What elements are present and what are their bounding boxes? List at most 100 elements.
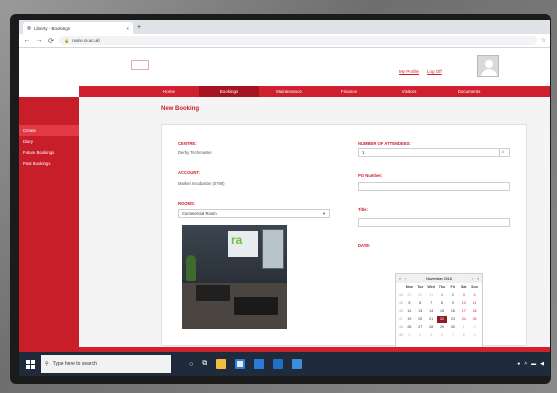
rooms-select-value: Commercial Room	[182, 211, 217, 216]
calendar-day-of-week: Sat	[460, 285, 467, 289]
calendar-day[interactable]: 2	[447, 292, 458, 299]
network-icon[interactable]: ▬	[531, 361, 536, 367]
calendar-day[interactable]: 9	[447, 300, 458, 307]
search-icon: ⚲	[45, 361, 49, 367]
calendar-day[interactable]: 15	[437, 308, 448, 315]
system-tray: ● ˄ ▬ ◀	[517, 361, 544, 367]
chrome-icon[interactable]	[235, 359, 246, 369]
calendar-day[interactable]: 7	[447, 332, 458, 339]
previous-year-icon[interactable]: «	[399, 277, 401, 281]
previous-month-icon[interactable]: ‹	[405, 277, 406, 281]
calendar-day[interactable]: 29	[437, 324, 448, 331]
calendar-day-of-week: Thu	[438, 285, 446, 289]
calendar-day[interactable]: 10	[458, 300, 469, 307]
calendar-day[interactable]: 25	[469, 316, 480, 323]
calendar-day[interactable]: 4	[469, 292, 480, 299]
tray-chevron-icon[interactable]: ˄	[524, 361, 527, 367]
volume-icon[interactable]: ◀	[540, 361, 544, 367]
calendar-day[interactable]: 17	[458, 308, 469, 315]
calendar-day[interactable]: 28	[426, 324, 437, 331]
calendar-day[interactable]: 23	[447, 316, 458, 323]
taskbar-apps: ○ ⧉	[189, 359, 303, 369]
menu-item-maintenance[interactable]: Maintenance	[259, 86, 319, 97]
next-year-icon[interactable]: »	[477, 277, 479, 281]
page-layer: Home Bookings Maintenance Finance Visito…	[19, 20, 550, 376]
task-view-icon[interactable]: ⧉	[202, 360, 207, 368]
rooms-select[interactable]: Commercial Room ▼	[178, 209, 330, 218]
calendar-day[interactable]: 6	[437, 332, 448, 339]
calendar-day[interactable]: 7	[426, 300, 437, 307]
sidebar-item-past-bookings[interactable]: Past Bookings	[19, 158, 79, 169]
calendar-day[interactable]: 22	[436, 316, 448, 323]
calendar-day[interactable]: 1	[458, 324, 469, 331]
main-content: New Booking CENTRE: Derby Techmaster ACC…	[79, 97, 550, 357]
calendar-day[interactable]: 21	[426, 316, 437, 323]
calendar-day[interactable]: 14	[426, 308, 437, 315]
calendar-day[interactable]: 27	[415, 324, 426, 331]
calendar-day-of-week: Sun	[471, 285, 478, 289]
account-label: ACCOUNT:	[178, 170, 200, 175]
menu-item-visitors[interactable]: Visitors	[379, 86, 439, 97]
calendar-day-of-week: Fri	[450, 285, 456, 289]
sidebar-item-create[interactable]: Create	[19, 125, 79, 136]
calendar-day[interactable]: 30	[447, 324, 458, 331]
next-month-icon[interactable]: ›	[472, 277, 473, 281]
po-number-input[interactable]	[358, 182, 510, 191]
calendar-day[interactable]: 13	[415, 308, 426, 315]
calendar-day-of-week: Wed	[427, 285, 435, 289]
windows-start-button[interactable]	[19, 352, 41, 376]
title-label: Title:	[358, 207, 368, 212]
calendar-day[interactable]: 5	[426, 332, 437, 339]
taskbar-search-placeholder: Type here to search	[52, 361, 97, 367]
sidebar: Create Diary Future Bookings Past Bookin…	[19, 97, 79, 376]
calendar-day[interactable]: 8	[458, 332, 469, 339]
calendar-day[interactable]: 9	[469, 332, 480, 339]
calendar-day[interactable]: 1	[437, 292, 448, 299]
calendar-day[interactable]: 5	[404, 300, 415, 307]
account-value: Market Incubation (0798)	[178, 181, 225, 186]
calendar-day[interactable]: 31	[426, 292, 437, 299]
attendees-input[interactable]: 1 ⇕	[358, 148, 510, 157]
menu-item-bookings[interactable]: Bookings	[199, 86, 259, 97]
calendar-day[interactable]: 16	[447, 308, 458, 315]
calendar-day[interactable]: 12	[404, 308, 415, 315]
app-icon[interactable]	[292, 359, 303, 369]
calendar-day[interactable]: 26	[404, 324, 415, 331]
outlook-icon[interactable]	[254, 359, 265, 369]
stepper-icon[interactable]: ⇕	[499, 149, 506, 156]
calendar-day[interactable]: 2	[469, 324, 480, 331]
title-input[interactable]	[358, 218, 510, 227]
calendar-day[interactable]: 19	[404, 316, 415, 323]
people-icon[interactable]: ●	[517, 361, 520, 367]
calendar-day[interactable]: 8	[437, 300, 448, 307]
file-explorer-icon[interactable]	[216, 359, 227, 369]
calendar-month-label[interactable]: November 2018	[426, 277, 452, 281]
calendar-day[interactable]: 6	[415, 300, 426, 307]
calendar-day[interactable]: 11	[469, 300, 480, 307]
menu-item-finance[interactable]: Finance	[319, 86, 379, 97]
calendar-day[interactable]: 20	[415, 316, 426, 323]
attendees-value: 1	[362, 150, 365, 155]
calendar-header: « ‹ November 2018 › »	[396, 274, 482, 283]
sidebar-item-future-bookings[interactable]: Future Bookings	[19, 147, 79, 158]
page-title: New Booking	[161, 106, 200, 112]
windows-logo-icon	[25, 359, 35, 369]
rooms-label: ROOMS:	[178, 201, 196, 206]
calendar-day-of-week: Mon	[405, 285, 414, 289]
cortana-icon[interactable]: ○	[189, 361, 193, 368]
calendar-day[interactable]: 3	[404, 332, 415, 339]
main-menu: Home Bookings Maintenance Finance Visito…	[79, 86, 550, 97]
calendar-day[interactable]: 24	[458, 316, 469, 323]
sidebar-item-diary[interactable]: Diary	[19, 136, 79, 147]
centre-label: CENTRE:	[178, 141, 197, 146]
menu-item-home[interactable]: Home	[139, 86, 199, 97]
taskbar-search[interactable]: ⚲ Type here to search	[41, 355, 171, 373]
calendar-day[interactable]: 4	[415, 332, 426, 339]
menu-item-documents[interactable]: Documents	[439, 86, 499, 97]
calendar-day[interactable]: 3	[458, 292, 469, 299]
calendar-day[interactable]: 29	[404, 292, 415, 299]
word-icon[interactable]	[273, 359, 284, 369]
calendar-grid: Mon Tue Wed Thu Fri Sat Sun 44 29 30 31 1 2 3 4 45 5 6 7 8 9…	[396, 283, 482, 340]
calendar-day[interactable]: 18	[469, 308, 480, 315]
calendar-day[interactable]: 30	[415, 292, 426, 299]
